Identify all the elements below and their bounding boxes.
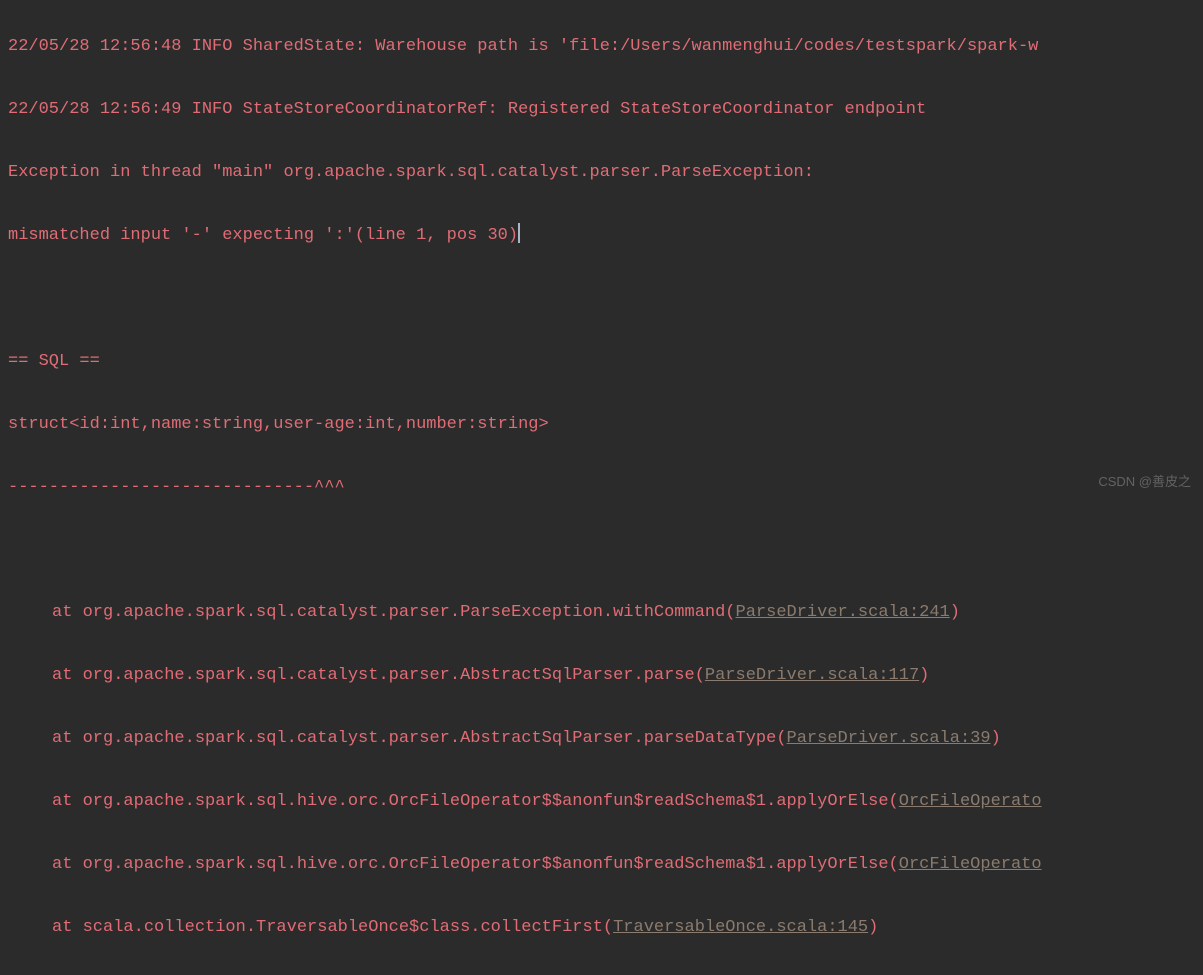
stack-text: at org.apache.spark.sql.hive.orc.OrcFile… [52,792,899,811]
stack-frame: at org.apache.spark.sql.hive.orc.OrcFile… [8,849,1195,880]
sql-struct: struct<id:int,name:string,user-age:int,n… [8,409,1195,440]
stack-frame: at org.apache.spark.sql.catalyst.parser.… [8,723,1195,754]
error-text: mismatched input '-' expecting ':'(line … [8,226,518,245]
log-line: 22/05/28 12:56:49 INFO StateStoreCoordin… [8,94,1195,125]
stack-text: at org.apache.spark.sql.catalyst.parser.… [52,603,736,622]
exception-line: Exception in thread "main" org.apache.sp… [8,157,1195,188]
stack-text: at org.apache.spark.sql.catalyst.parser.… [52,729,787,748]
error-message: mismatched input '-' expecting ':'(line … [8,220,1195,251]
stack-frame: at org.apache.spark.sql.catalyst.parser.… [8,660,1195,691]
stack-suffix: ) [868,918,878,937]
log-line: 22/05/28 12:56:48 INFO SharedState: Ware… [8,31,1195,62]
stack-frame: at org.apache.spark.sql.catalyst.parser.… [8,597,1195,628]
source-link[interactable]: OrcFileOperato [899,792,1042,811]
stack-frame: at org.apache.spark.sql.hive.orc.OrcFile… [8,786,1195,817]
terminal-output: 22/05/28 12:56:48 INFO SharedState: Ware… [0,0,1203,975]
stack-suffix: ) [991,729,1001,748]
stack-suffix: ) [950,603,960,622]
stack-text: at org.apache.spark.sql.hive.orc.OrcFile… [52,855,899,874]
watermark: CSDN @善皮之 [1098,470,1191,494]
source-link[interactable]: ParseDriver.scala:117 [705,666,919,685]
source-link[interactable]: TraversableOnce.scala:145 [613,918,868,937]
stack-text: at org.apache.spark.sql.catalyst.parser.… [52,666,705,685]
source-link[interactable]: OrcFileOperato [899,855,1042,874]
sql-marker: ------------------------------^^^ [8,472,1195,503]
sql-header: == SQL == [8,346,1195,377]
empty-line [8,283,1195,314]
stack-suffix: ) [919,666,929,685]
empty-line [8,534,1195,565]
source-link[interactable]: ParseDriver.scala:241 [736,603,950,622]
stack-text: at scala.collection.TraversableOnce$clas… [52,918,613,937]
text-cursor [518,223,520,243]
source-link[interactable]: ParseDriver.scala:39 [787,729,991,748]
stack-frame: at scala.collection.TraversableOnce$clas… [8,912,1195,943]
